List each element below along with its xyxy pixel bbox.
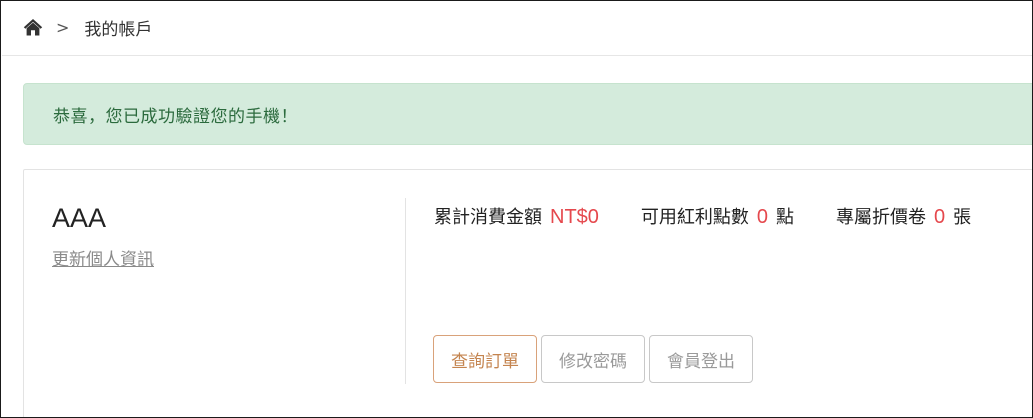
coupons-label: 專屬折價卷 [836,207,927,228]
page-frame: > 我的帳戶 恭喜，您已成功驗證您的手機！ AAA 更新個人資訊 累計消費金額 … [0,0,1033,418]
change-password-button[interactable]: 修改密碼 [541,335,645,383]
bonus-points-label: 可用紅利點數 [640,207,749,228]
breadcrumb: > 我的帳戶 [23,13,152,41]
breadcrumb-separator: > [56,17,70,37]
alert-message: 恭喜，您已成功驗證您的手機！ [53,106,298,127]
user-name: AAA [52,203,107,233]
coupons-unit: 張 [953,207,972,228]
breadcrumb-current: 我的帳戶 [84,19,153,40]
total-spend-value: NT$0 [550,206,599,228]
logout-button[interactable]: 會員登出 [649,335,753,383]
success-alert: 恭喜，您已成功驗證您的手機！ [23,83,1032,145]
total-spend-label: 累計消費金額 [434,207,542,228]
total-spend-stat: 累計消費金額 NT$0 [434,203,599,229]
coupons-value: 0 [934,206,946,228]
account-card: AAA 更新個人資訊 累計消費金額 NT$0 可用紅利點數 0 點 專屬折價卷 … [23,169,1032,417]
header-divider [2,55,1032,56]
account-actions: 查詢訂單 修改密碼 會員登出 [433,335,757,383]
home-icon[interactable] [23,18,43,36]
update-profile-link[interactable]: 更新個人資訊 [52,245,154,270]
bonus-points-stat: 可用紅利點數 0 點 [641,203,794,229]
bonus-points-unit: 點 [776,207,795,228]
account-stats: 累計消費金額 NT$0 可用紅利點數 0 點 專屬折價卷 0 張 [434,203,971,229]
bonus-points-value: 0 [756,206,769,228]
card-divider [405,198,406,384]
coupons-stat: 專屬折價卷 0 張 [836,203,971,229]
query-orders-button[interactable]: 查詢訂單 [433,335,537,383]
